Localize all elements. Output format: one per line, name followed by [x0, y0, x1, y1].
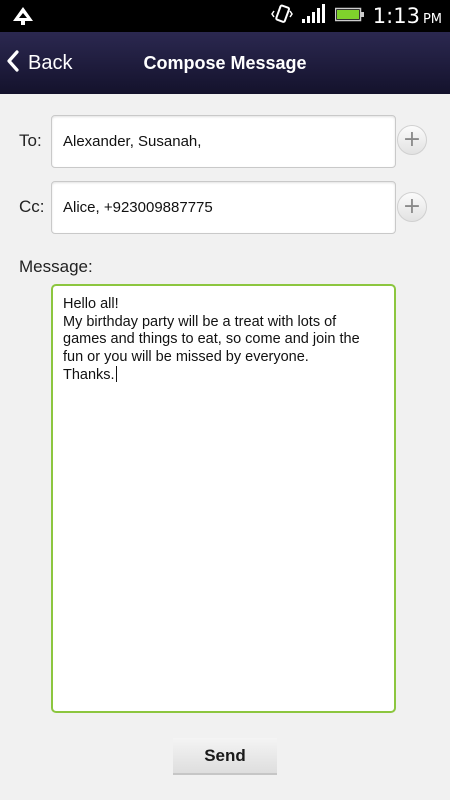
- to-field-value: Alexander, Susanah,: [63, 133, 202, 150]
- plus-icon: +: [402, 194, 422, 219]
- back-label: Back: [28, 51, 73, 74]
- back-button[interactable]: Back: [0, 32, 100, 94]
- battery-icon: [334, 5, 365, 27]
- cc-field[interactable]: Alice, +923009887775: [51, 181, 396, 234]
- message-label: Message:: [19, 257, 93, 276]
- title-bar: Compose Message Back: [0, 32, 450, 94]
- status-bar: 1:13 PM: [0, 0, 450, 32]
- cc-label: Cc:: [19, 197, 45, 216]
- message-text: Hello all! My birthday party will be a t…: [63, 296, 360, 383]
- add-cc-recipient-button[interactable]: +: [397, 192, 427, 222]
- add-to-recipient-button[interactable]: +: [397, 125, 427, 155]
- plus-icon: +: [402, 127, 422, 152]
- app-notification-icon: [10, 5, 36, 31]
- vibrate-icon: [270, 3, 293, 29]
- to-label: To:: [19, 131, 42, 150]
- send-button[interactable]: Send: [173, 738, 277, 775]
- message-input[interactable]: Hello all! My birthday party will be a t…: [51, 284, 396, 713]
- clock-time: 1:13: [372, 4, 420, 28]
- to-field[interactable]: Alexander, Susanah,: [51, 115, 396, 168]
- clock-ampm: PM: [422, 12, 442, 27]
- text-cursor: [115, 366, 118, 382]
- signal-icon: [301, 4, 327, 28]
- clock: 1:13 PM: [373, 4, 442, 28]
- chevron-left-icon: [6, 50, 20, 76]
- cc-field-value: Alice, +923009887775: [63, 199, 213, 216]
